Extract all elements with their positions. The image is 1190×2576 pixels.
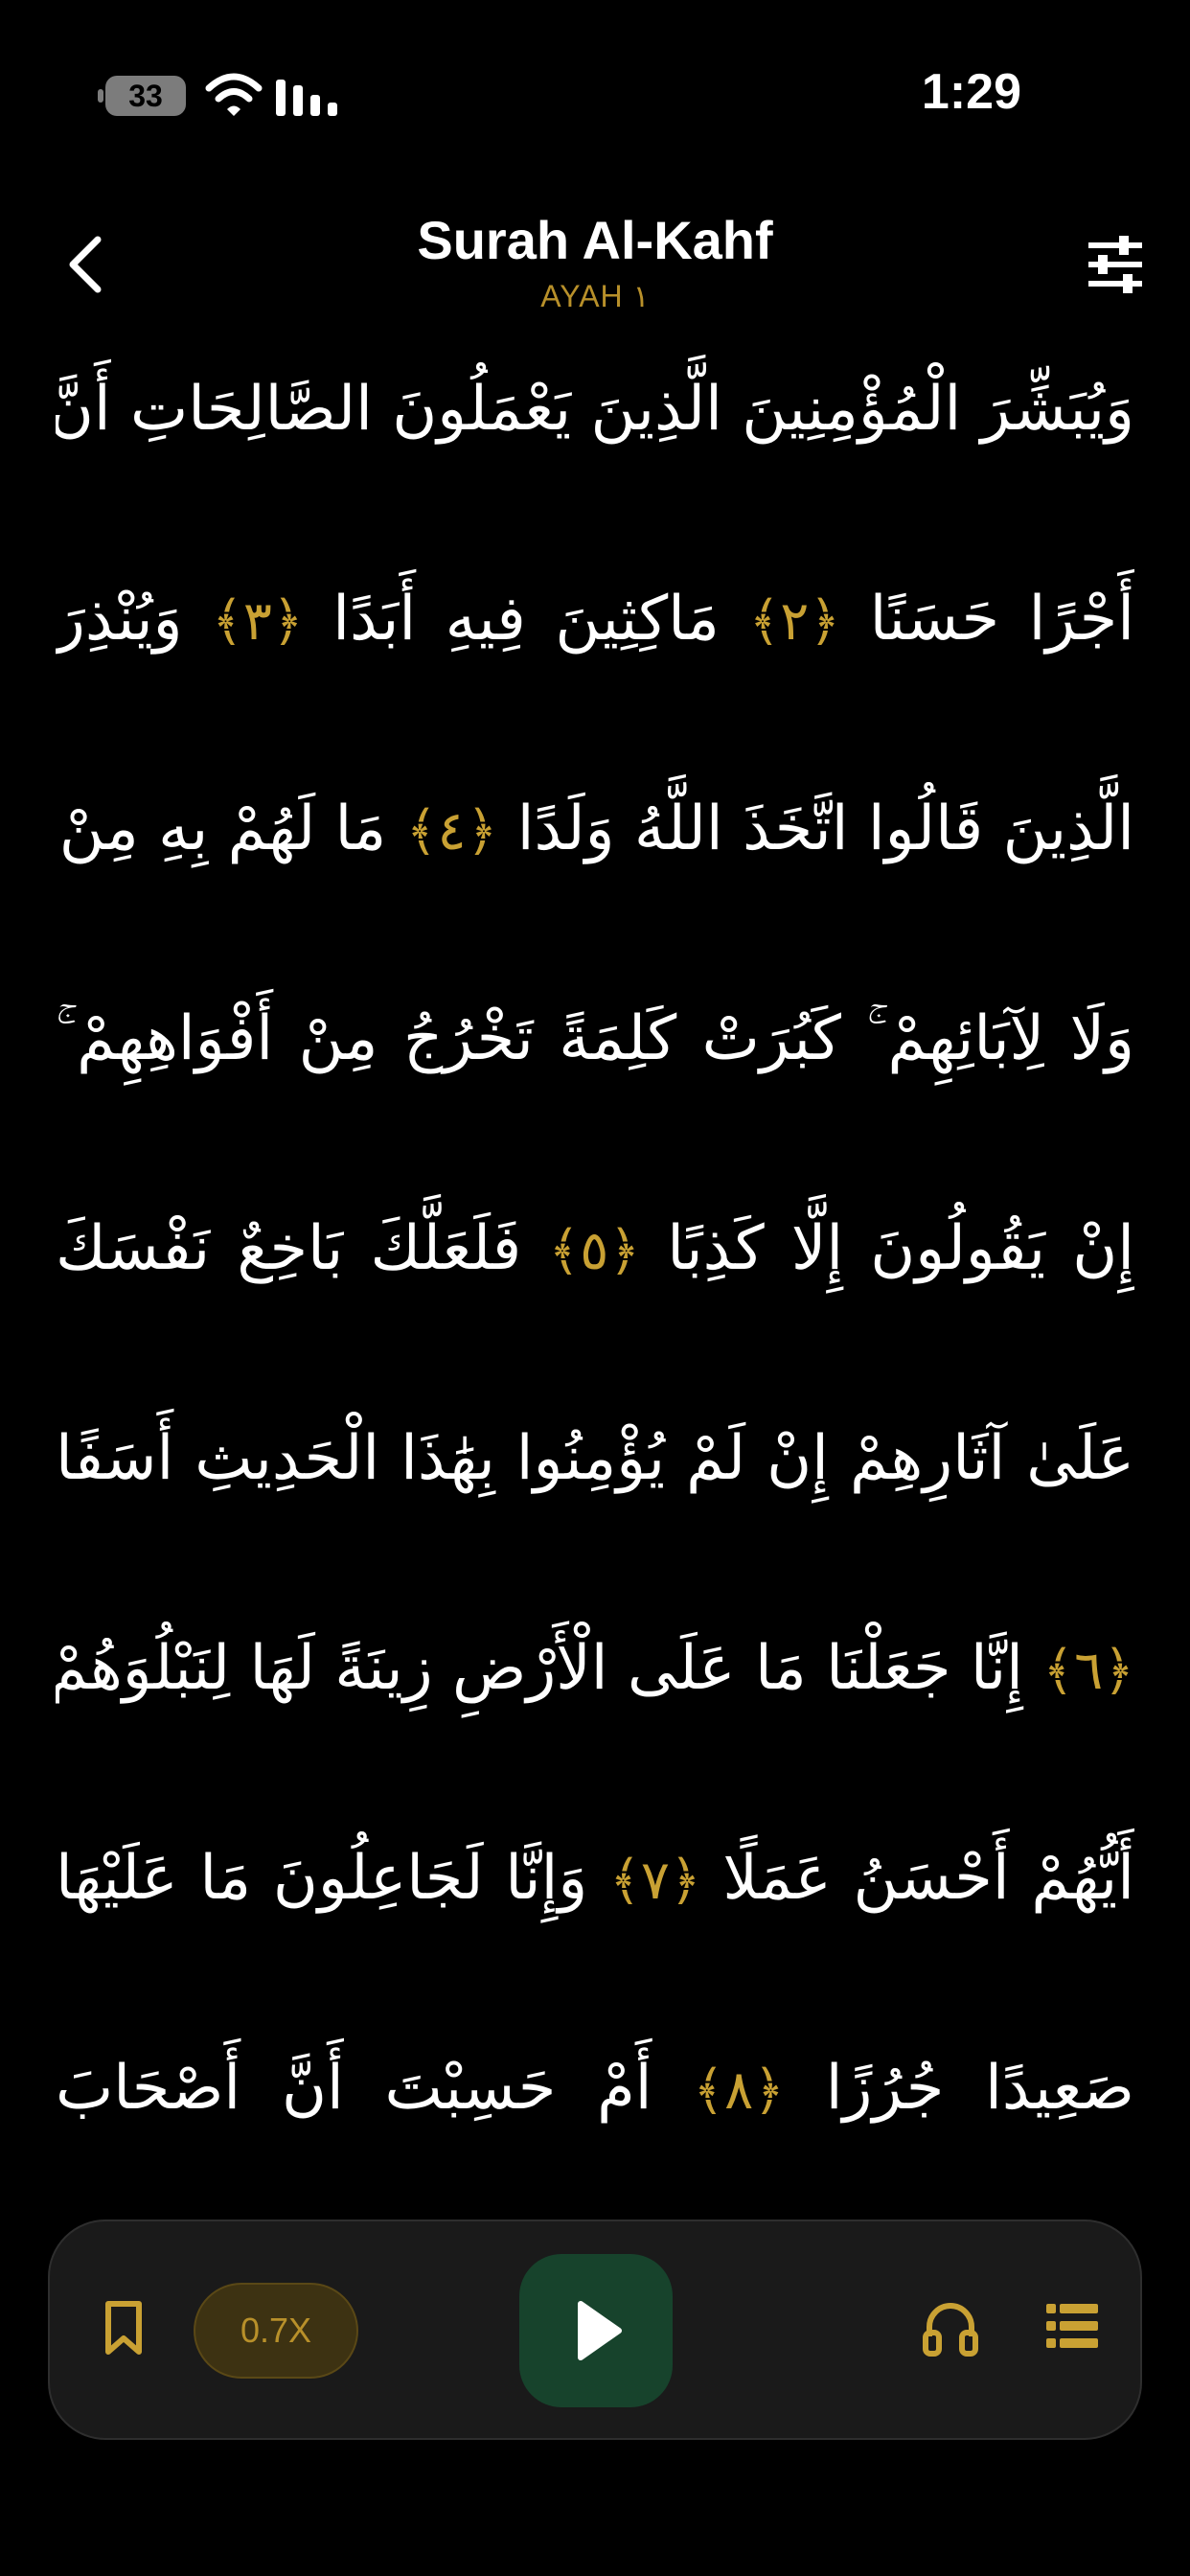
ayah-number-marker: ﴿٤﴾ <box>405 800 498 862</box>
ayah-number-marker: ﴿٣﴾ <box>212 590 304 653</box>
signal-icon <box>276 80 337 116</box>
verse-line: إِنْ يَقُولُونَ إِلَّا كَذِبًا ﴿٥﴾ فَلَع… <box>56 1213 1134 1284</box>
status-time: 1:29 <box>921 64 1021 120</box>
bookmark-icon[interactable] <box>103 2300 144 2356</box>
ayah-subtitle: AYAH ١ <box>540 279 650 313</box>
ayah-number-marker: ﴿٢﴾ <box>748 590 841 653</box>
ayah-number-marker: ﴿٨﴾ <box>693 2059 785 2122</box>
audio-player: 0.7X <box>48 2220 1142 2440</box>
verse-reader: وَيُبَشِّرَ الْمُؤْمِنِينَ الَّذِينَ يَع… <box>56 332 1134 2152</box>
verse-line: صَعِيدًا جُرُزًا ﴿٨﴾ أَمْ حَسِبْتَ أَنَّ… <box>56 2053 1134 2124</box>
ayah-number-marker: ﴿٥﴾ <box>548 1220 641 1282</box>
play-icon <box>578 2301 622 2360</box>
speed-button[interactable]: 0.7X <box>194 2283 358 2379</box>
verse-line: الَّذِينَ قَالُوا اتَّخَذَ اللَّهُ وَلَد… <box>56 794 1134 864</box>
headphones-icon[interactable] <box>922 2298 979 2358</box>
ayah-number-marker: ﴿٦﴾ <box>1042 1640 1134 1702</box>
battery-icon: 33 <box>98 76 186 116</box>
verse-line: وَلَا لِآبَائِهِمْ ۚ كَبُرَتْ كَلِمَةً ت… <box>56 1003 1134 1074</box>
play-button[interactable] <box>519 2254 673 2407</box>
verse-line: عَلَىٰ آثَارِهِمْ إِنْ لَمْ يُؤْمِنُوا ب… <box>56 1423 1134 1494</box>
verse-line: ﴿٦﴾ إِنَّا جَعَلْنَا مَا عَلَى الْأَرْضِ… <box>56 1633 1134 1704</box>
status-bar: 33 1:29 <box>0 0 1190 192</box>
wifi-icon <box>205 73 263 116</box>
verse-line: أَيُّهُمْ أَحْسَنُ عَمَلًا ﴿٧﴾ وَإِنَّا … <box>56 1843 1134 1914</box>
verse-line: وَيُبَشِّرَ الْمُؤْمِنِينَ الَّذِينَ يَع… <box>56 374 1134 445</box>
page-title: Surah Al-Kahf <box>417 210 773 270</box>
list-icon[interactable] <box>1046 2302 1098 2350</box>
verse-line: أَجْرًا حَسَنًا ﴿٢﴾ مَاكِثِينَ فِيهِ أَب… <box>56 584 1134 655</box>
battery-level: 33 <box>128 79 163 113</box>
ayah-number-marker: ﴿٧﴾ <box>609 1850 701 1912</box>
settings-sliders-icon[interactable] <box>1085 234 1146 295</box>
